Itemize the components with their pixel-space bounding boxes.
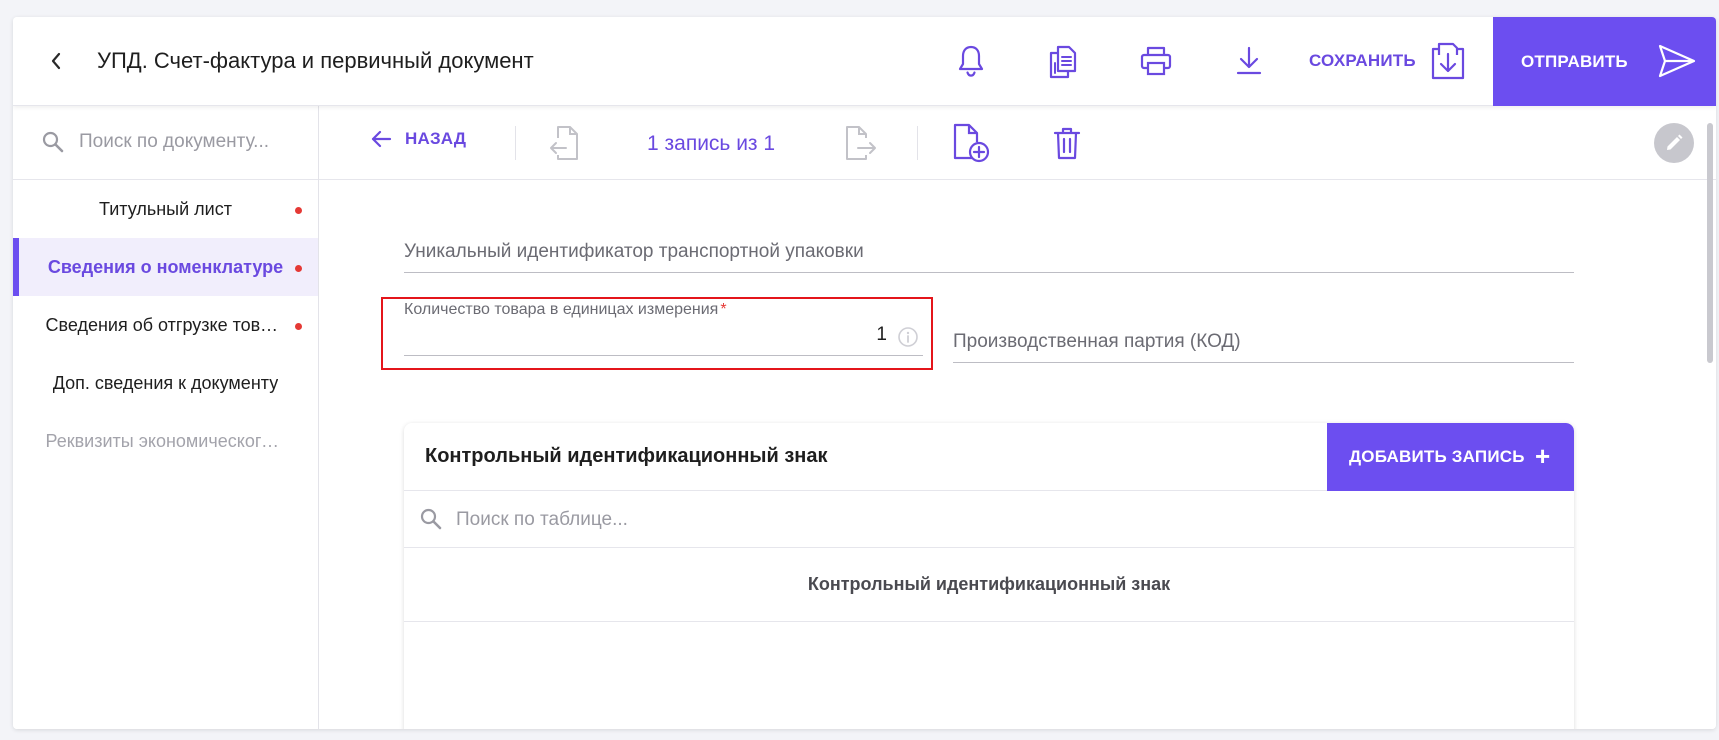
save-button[interactable]: СОХРАНИТЬ	[1309, 51, 1416, 71]
error-indicator	[295, 323, 302, 330]
table-search	[404, 491, 1574, 548]
print-button[interactable]	[1136, 41, 1176, 81]
quantity-field[interactable]: Количество товара в единицах измерения * …	[404, 288, 923, 356]
sidebar-item-label: Реквизиты экономического субъекта	[45, 430, 286, 451]
sidebar-item-title-page[interactable]: Титульный лист	[13, 180, 318, 238]
download-icon	[1236, 46, 1262, 75]
close-document-button[interactable]	[38, 43, 74, 79]
next-record-button[interactable]	[841, 123, 881, 163]
required-mark: *	[720, 301, 727, 318]
next-record-icon	[846, 126, 876, 160]
chevron-left-icon	[51, 52, 61, 70]
send-button[interactable]: ОТПРАВИТЬ	[1493, 17, 1716, 106]
table-title: Контрольный идентификационный знак	[425, 445, 828, 467]
header: УПД. Счет-фактура и первичный документ С…	[13, 17, 1716, 106]
print-icon	[1140, 46, 1172, 76]
toolbar-divider	[917, 126, 918, 160]
quantity-underline	[404, 354, 923, 356]
record-counter: 1 запись из 1	[647, 132, 776, 155]
edit-button[interactable]	[1654, 123, 1694, 163]
sidebar-item-label: Сведения о номенклатуре	[47, 256, 284, 277]
batch-code-field[interactable]: Производственная партия (КОД)	[953, 323, 1574, 363]
search-icon	[42, 131, 64, 153]
add-record-button[interactable]	[951, 123, 991, 163]
toolbar-divider	[515, 126, 516, 160]
info-icon[interactable]	[897, 326, 919, 348]
arrow-left-icon	[371, 130, 392, 148]
quantity-label-text: Количество товара в единицах измерения	[404, 301, 719, 318]
document-search-input[interactable]	[79, 124, 299, 160]
sidebar-item-nomenclature[interactable]: Сведения о номенклатуре	[13, 238, 318, 296]
send-button-label: ОТПРАВИТЬ	[1521, 51, 1628, 71]
quantity-label: Количество товара в единицах измерения *	[404, 301, 727, 319]
previous-record-button[interactable]	[545, 123, 585, 163]
sidebar-item-additional-info[interactable]: Доп. сведения к документу	[13, 354, 318, 412]
table-search-input[interactable]	[456, 503, 1056, 537]
notifications-button[interactable]	[951, 41, 991, 81]
copy-document-icon	[1049, 45, 1077, 79]
add-record-label: ДОБАВИТЬ ЗАПИСЬ	[1349, 447, 1525, 466]
previous-record-icon	[550, 126, 578, 160]
back-button[interactable]: НАЗАД	[369, 128, 466, 150]
download-button[interactable]	[1229, 41, 1269, 81]
sidebar-item-label: Сведения об отгрузке товаров	[45, 314, 286, 335]
error-indicator	[295, 207, 302, 214]
sidebar-item-shipment[interactable]: Сведения об отгрузке товаров	[13, 296, 318, 354]
sidebar: Титульный лист Сведения о номенклатуре С…	[13, 106, 319, 729]
delete-button[interactable]	[1047, 123, 1087, 163]
save-to-file-button[interactable]	[1428, 41, 1468, 81]
batch-code-placeholder: Производственная партия (КОД)	[953, 331, 1241, 352]
column-header[interactable]: Контрольный идентификационный знак	[404, 548, 1574, 622]
sidebar-item-label: Титульный лист	[99, 198, 232, 219]
sidebar-item-label: Доп. сведения к документу	[52, 372, 279, 393]
table-header: Контрольный идентификационный знак ДОБАВ…	[404, 423, 1574, 491]
sidebar-item-economic-entity[interactable]: Реквизиты экономического субъекта	[13, 412, 318, 470]
edit-icon	[1667, 134, 1683, 150]
add-record-to-table-button[interactable]: ДОБАВИТЬ ЗАПИСЬ +	[1327, 423, 1574, 491]
delete-icon	[1053, 127, 1081, 160]
identification-marks-table: Контрольный идентификационный знак ДОБАВ…	[404, 423, 1574, 729]
plus-icon: +	[1535, 441, 1551, 471]
transport-package-id-placeholder: Уникальный идентификатор транспортной уп…	[404, 241, 864, 262]
app-window: УПД. Счет-фактура и первичный документ С…	[13, 17, 1716, 729]
bell-icon	[958, 45, 984, 77]
record-toolbar: НАЗАД 1 запись из 1	[319, 106, 1716, 180]
error-indicator	[295, 265, 302, 272]
add-record-icon	[953, 123, 990, 163]
document-search	[13, 106, 318, 180]
quantity-value: 1	[876, 324, 887, 345]
document-title: УПД. Счет-фактура и первичный документ	[97, 48, 534, 73]
transport-package-id-field[interactable]: Уникальный идентификатор транспортной уп…	[404, 233, 1574, 273]
search-icon	[420, 508, 442, 530]
send-icon	[1658, 44, 1696, 78]
scrollbar[interactable]	[1707, 123, 1713, 363]
copy-document-button[interactable]	[1043, 41, 1083, 81]
back-button-label: НАЗАД	[405, 129, 467, 148]
save-to-file-icon	[1431, 42, 1465, 80]
record-form: Уникальный идентификатор транспортной уп…	[319, 181, 1716, 729]
